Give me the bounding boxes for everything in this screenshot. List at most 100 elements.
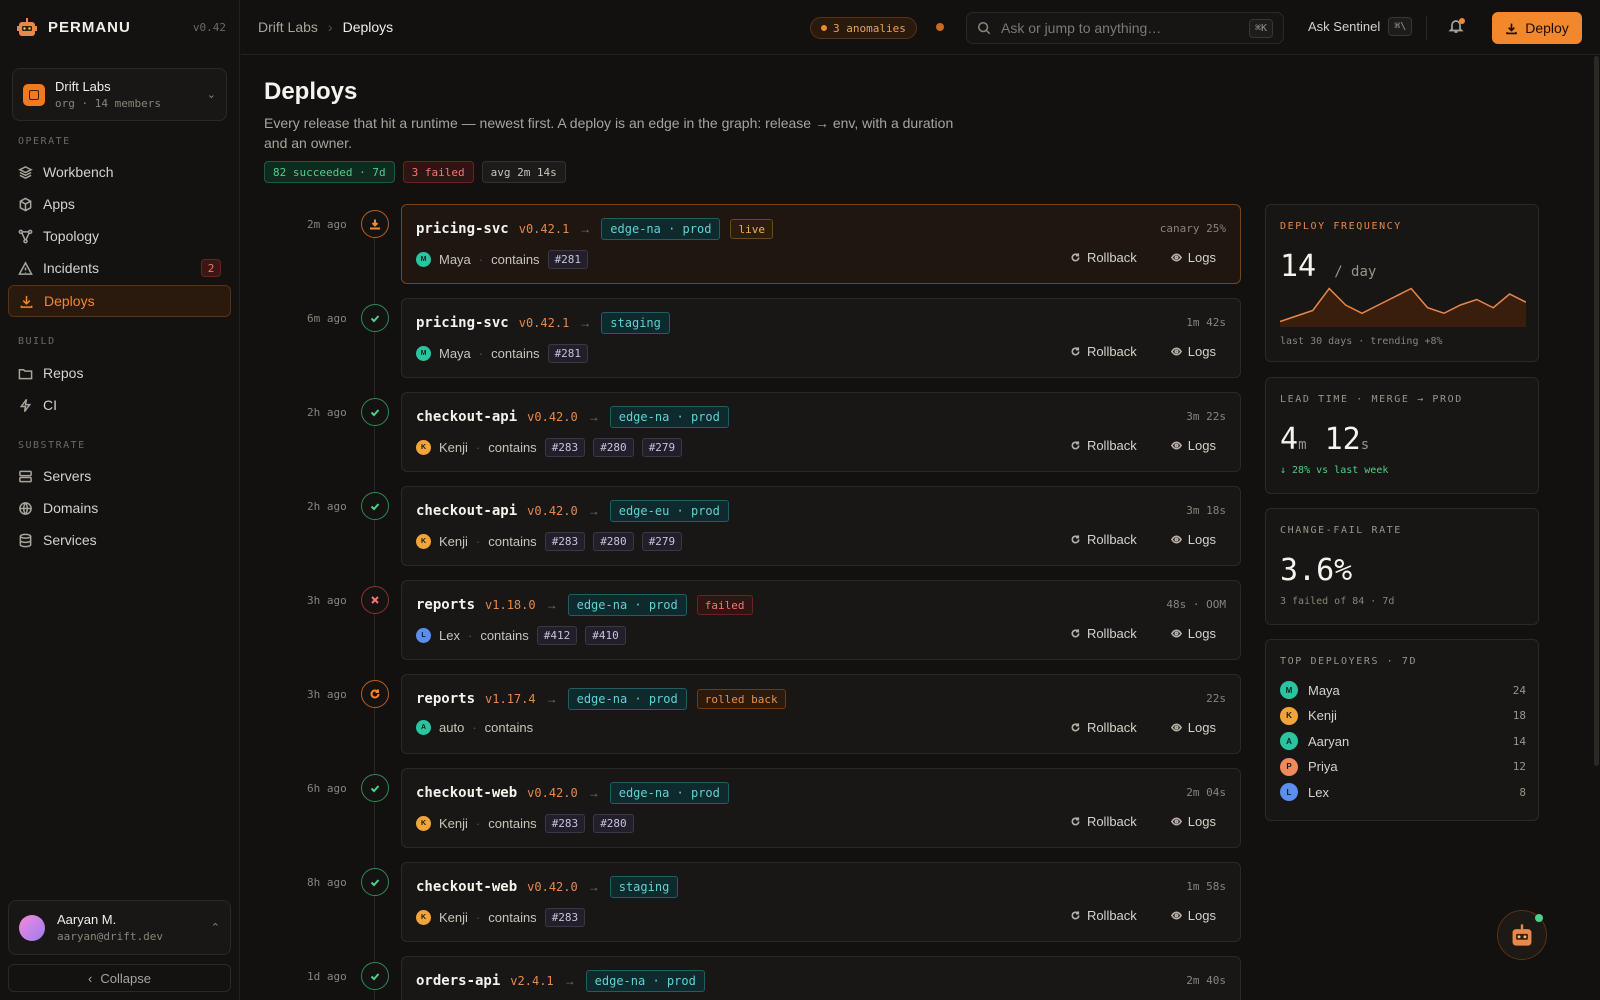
deploy-owner: Kenji (439, 910, 468, 925)
environment-chip[interactable]: edge-na · prod (601, 218, 721, 240)
nav-workbench[interactable]: Workbench (8, 156, 231, 188)
environment-chip[interactable]: staging (601, 312, 670, 334)
environment-chip[interactable]: edge-na · prod (567, 688, 687, 710)
pr-chip[interactable]: #281 (547, 344, 589, 363)
logs-button[interactable]: Logs (1170, 250, 1216, 265)
nav-ci[interactable]: CI (8, 389, 231, 421)
environment-chip[interactable]: edge-na · prod (609, 782, 729, 804)
deploy-card[interactable]: pricing-svc v0.42.1 → edge-na · prod liv… (401, 204, 1241, 284)
environment-chip[interactable]: staging (609, 876, 679, 898)
deploy-card[interactable]: reports v1.17.4 → edge-na · prod rolled … (401, 674, 1241, 754)
logs-button[interactable]: Logs (1170, 720, 1216, 735)
rollback-label: Rollback (1086, 908, 1137, 923)
service-name[interactable]: checkout-web (416, 879, 517, 895)
scrollbar[interactable] (1594, 56, 1599, 766)
sentinel-assistant-button[interactable] (1497, 910, 1547, 960)
deployer-row[interactable]: A Aaryan 14 (1280, 731, 1526, 751)
org-switcher[interactable]: Drift Labs org · 14 members ⌄ (12, 68, 227, 121)
pr-chip[interactable]: #280 (593, 438, 634, 457)
pr-chip[interactable]: #281 (547, 250, 589, 269)
environment-chip[interactable]: edge-na · prod (609, 406, 729, 428)
service-name[interactable]: orders-api (416, 973, 500, 989)
breadcrumb-current: Deploys (342, 19, 394, 35)
breadcrumb-org[interactable]: Drift Labs (258, 19, 318, 35)
deploy-actions: Rollback Logs (1070, 250, 1216, 265)
pr-chip[interactable]: #412 (536, 626, 578, 645)
logs-button[interactable]: Logs (1170, 908, 1216, 923)
rollback-button[interactable]: Rollback (1070, 908, 1137, 923)
logs-button[interactable]: Logs (1170, 344, 1216, 359)
pr-chip[interactable]: #410 (585, 626, 626, 645)
deploy-button-label: Deploy (1525, 20, 1569, 36)
deploy-card[interactable]: checkout-web v0.42.0 → staging 1m 58s K … (401, 862, 1241, 942)
deployer-row[interactable]: L Lex 8 (1280, 782, 1526, 802)
avatar: A (1280, 732, 1298, 750)
service-name[interactable]: checkout-api (416, 503, 517, 519)
rollback-button[interactable]: Rollback (1070, 250, 1137, 265)
topbar: Drift Labs › Deploys 3 anomalies Ask or … (241, 0, 1600, 55)
environment-chip[interactable]: edge-na · prod (567, 594, 687, 616)
pr-chip[interactable]: #279 (641, 532, 683, 551)
collapse-button[interactable]: ‹ Collapse (8, 964, 231, 992)
eye-icon (1170, 723, 1182, 732)
deployer-row[interactable]: M Maya 24 (1280, 680, 1526, 700)
deploy-card[interactable]: reports v1.18.0 → edge-na · prod failed … (401, 580, 1241, 660)
search-input[interactable]: Ask or jump to anything… ⌘K (966, 12, 1284, 44)
deploy-card[interactable]: pricing-svc v0.42.1 → staging 1m 42s M M… (401, 298, 1241, 378)
pr-chip[interactable]: #279 (641, 438, 683, 457)
rollback-button[interactable]: Rollback (1070, 720, 1137, 735)
rollback-button[interactable]: Rollback (1070, 626, 1137, 641)
pr-chip[interactable]: #283 (544, 814, 586, 833)
notifications-button[interactable] (1448, 18, 1466, 36)
pr-chip[interactable]: #283 (544, 438, 586, 457)
deploy-owner: Maya (439, 252, 471, 267)
logs-button[interactable]: Logs (1170, 626, 1216, 641)
nav-apps[interactable]: Apps (8, 188, 231, 220)
nav-topology[interactable]: Topology (8, 220, 231, 252)
brand[interactable]: PERMANU v0.42 (16, 14, 226, 40)
service-name[interactable]: checkout-api (416, 409, 517, 425)
separator: · (475, 534, 481, 549)
rollback-button[interactable]: Rollback (1070, 438, 1137, 453)
rollback-button[interactable]: Rollback (1070, 532, 1137, 547)
deploy-duration: 22s (1206, 692, 1226, 705)
deploy-button[interactable]: Deploy (1492, 12, 1582, 44)
deployer-row[interactable]: K Kenji 18 (1280, 706, 1526, 726)
pr-chip[interactable]: #280 (593, 814, 634, 833)
release-version: v0.42.0 (527, 880, 578, 894)
service-name[interactable]: reports (416, 597, 475, 613)
download-icon (370, 219, 380, 230)
nav-incidents[interactable]: Incidents 2 (8, 252, 231, 284)
environment-chip[interactable]: edge-na · prod (585, 970, 705, 992)
user-menu[interactable]: Aaryan M. aaryan@drift.dev ⌃ (8, 900, 231, 955)
service-name[interactable]: reports (416, 691, 475, 707)
rollback-label: Rollback (1086, 814, 1137, 829)
ask-shortcut: ⌘\ (1388, 17, 1413, 36)
deploy-card[interactable]: orders-api v2.4.1 → edge-na · prod 2m 40… (401, 956, 1241, 1000)
nav-services[interactable]: Services (8, 524, 231, 556)
logs-button[interactable]: Logs (1170, 532, 1216, 547)
service-name[interactable]: pricing-svc (416, 315, 509, 331)
nav-servers[interactable]: Servers (8, 460, 231, 492)
service-name[interactable]: checkout-web (416, 785, 517, 801)
environment-chip[interactable]: edge-eu · prod (609, 500, 729, 522)
ask-sentinel-button[interactable]: Ask Sentinel ⌘\ (1308, 17, 1413, 36)
deploy-card[interactable]: checkout-web v0.42.0 → edge-na · prod 2m… (401, 768, 1241, 848)
deploy-owner: Maya (439, 346, 471, 361)
service-name[interactable]: pricing-svc (416, 221, 509, 237)
deploy-card[interactable]: checkout-api v0.42.0 → edge-eu · prod 3m… (401, 486, 1241, 566)
pr-chip[interactable]: #280 (593, 532, 634, 551)
deployer-row[interactable]: P Priya 12 (1280, 757, 1526, 777)
pr-chip[interactable]: #283 (544, 532, 586, 551)
nav-domains[interactable]: Domains (8, 492, 231, 524)
anomalies-badge[interactable]: 3 anomalies (810, 17, 917, 39)
deploy-card[interactable]: checkout-api v0.42.0 → edge-na · prod 3m… (401, 392, 1241, 472)
download-icon (20, 295, 33, 308)
pr-chip[interactable]: #283 (544, 908, 586, 927)
rollback-button[interactable]: Rollback (1070, 344, 1137, 359)
nav-repos[interactable]: Repos (8, 357, 231, 389)
rollback-button[interactable]: Rollback (1070, 814, 1137, 829)
logs-button[interactable]: Logs (1170, 814, 1216, 829)
nav-deploys[interactable]: Deploys (8, 285, 231, 317)
logs-button[interactable]: Logs (1170, 438, 1216, 453)
